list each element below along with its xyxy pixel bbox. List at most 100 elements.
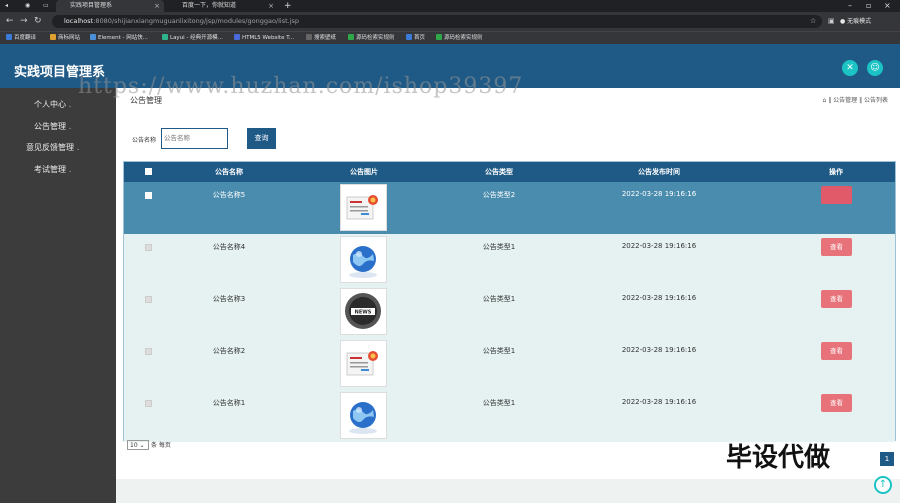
- view-button[interactable]: 查看: [821, 186, 852, 204]
- url-host: localhost: [64, 17, 94, 25]
- view-button[interactable]: 查看: [821, 342, 852, 360]
- bookmark-item[interactable]: 源码检索实规则: [436, 32, 483, 44]
- search-input[interactable]: [161, 128, 228, 149]
- page-size-value: 10: [130, 442, 138, 449]
- sidebar-item-label: 考试管理: [34, 165, 66, 174]
- bookmark-label: Element - 网站快...: [98, 35, 148, 41]
- notice-type: 公告类型1: [482, 399, 516, 407]
- table-row[interactable]: 公告名称2 公告类型1 2022-03-28 19:16:16 查看: [124, 338, 895, 390]
- notice-type: 公告类型1: [482, 243, 516, 251]
- url-path: :8080/shijianxiangmuguanlixitong/jsp/mod…: [93, 17, 300, 25]
- notice-time: 2022-03-28 19:16:16: [621, 398, 697, 406]
- back-icon[interactable]: ←: [6, 14, 14, 28]
- bookmark-icon: [90, 34, 96, 40]
- close-window-icon[interactable]: ×: [884, 0, 891, 12]
- sidebar-item-label: 个人中心: [34, 100, 66, 109]
- tab-overview-icon[interactable]: ▭: [40, 0, 54, 12]
- window-menu-icon[interactable]: ◂: [2, 0, 16, 12]
- page-number-button[interactable]: 1: [880, 452, 894, 466]
- sidebar-item-exam-management[interactable]: 考试管理 ⌄: [34, 164, 72, 175]
- browser-icon[interactable]: ◉: [22, 0, 36, 12]
- extensions-icon[interactable]: ▣: [828, 15, 835, 28]
- bookmarks-bar: 百度翻译 商标网站 Element - 网站快... Layui - 经典开源模…: [0, 31, 900, 44]
- notice-time: 2022-03-28 19:16:16: [621, 242, 697, 250]
- user-icon[interactable]: ☺: [867, 60, 883, 76]
- view-button[interactable]: 查看: [821, 290, 852, 308]
- row-checkbox[interactable]: [145, 192, 152, 199]
- notice-image: NEWS: [340, 288, 387, 335]
- svg-text:NEWS: NEWS: [355, 310, 372, 316]
- close-icon[interactable]: ×: [268, 0, 274, 12]
- bookmark-icon: [162, 34, 168, 40]
- star-icon[interactable]: ☆: [810, 15, 816, 28]
- page-size-control: 10 ⌄ 条 每页: [127, 440, 171, 450]
- notice-name: 公告名称3: [212, 295, 246, 303]
- notice-name: 公告名称1: [212, 399, 246, 407]
- row-checkbox[interactable]: [145, 400, 152, 407]
- notice-time: 2022-03-28 19:16:16: [621, 190, 697, 198]
- sidebar-item-label: 意见反馈管理: [26, 143, 74, 152]
- search-button[interactable]: 查询: [247, 128, 276, 149]
- table-row[interactable]: 公告名称5 公告类型2 2022-03-28 19:16:16 查看: [124, 182, 895, 234]
- select-all-checkbox[interactable]: [145, 168, 152, 175]
- column-header: 公告名称: [215, 168, 243, 176]
- minimize-icon[interactable]: –: [848, 0, 852, 12]
- bookmark-item[interactable]: 搜索壁纸: [306, 32, 336, 44]
- sidebar-item-feedback-management[interactable]: 意见反馈管理 ⌄: [26, 142, 80, 153]
- page-size-select[interactable]: 10 ⌄: [127, 440, 149, 450]
- page-size-suffix: 条 每页: [151, 442, 171, 449]
- tab-baidu-label: 百度一下，你就知道: [182, 2, 237, 9]
- watermark-url: https://www.huzhan.com/ishop39397: [78, 74, 524, 99]
- bookmark-label: 源码检索实规则: [356, 35, 395, 41]
- notice-name: 公告名称5: [212, 191, 246, 199]
- bookmark-icon: [6, 34, 12, 40]
- incognito-icon: ●: [840, 18, 846, 25]
- bookmark-icon: [306, 34, 312, 40]
- incognito-profile[interactable]: ● 无痕模式: [840, 15, 871, 28]
- row-checkbox[interactable]: [145, 348, 152, 355]
- table-row[interactable]: 公告名称4 公告类型1 2022-03-28 19:16:16 查看: [124, 234, 895, 286]
- fullscreen-icon[interactable]: ✕: [842, 60, 858, 76]
- notice-time: 2022-03-28 19:16:16: [621, 294, 697, 302]
- reload-icon[interactable]: ↻: [34, 14, 42, 28]
- notice-image: [340, 236, 387, 283]
- search-label: 公告名称: [132, 137, 157, 144]
- chevron-down-icon: ⌄: [68, 103, 73, 109]
- url-input[interactable]: localhost:8080/shijianxiangmuguanlixiton…: [52, 15, 822, 28]
- tab-active[interactable]: 实践项目管理系 ×: [56, 0, 164, 12]
- view-button[interactable]: 查看: [821, 394, 852, 412]
- breadcrumb[interactable]: ⌂ ‖ 公告管理 ‖ 公告列表: [823, 95, 888, 104]
- notice-type: 公告类型2: [482, 191, 516, 199]
- bookmark-item[interactable]: 首页: [406, 32, 425, 44]
- row-checkbox[interactable]: [145, 244, 152, 251]
- scroll-top-icon[interactable]: ↑: [874, 476, 892, 494]
- chevron-down-icon: ⌄: [68, 168, 73, 174]
- bookmark-item[interactable]: Layui - 经典开源模...: [162, 32, 223, 44]
- watermark-text: 毕设代做: [726, 443, 831, 473]
- column-header: 公告图片: [350, 168, 378, 176]
- column-header: 操作: [829, 168, 843, 176]
- bookmark-item[interactable]: 源码检索实规则: [348, 32, 395, 44]
- sidebar-item-notice-management[interactable]: 公告管理 ⌄: [34, 121, 72, 132]
- new-tab-button[interactable]: +: [280, 0, 292, 12]
- table-row[interactable]: 公告名称1 公告类型1 2022-03-28 19:16:16 查看: [124, 390, 895, 442]
- tab-baidu[interactable]: 百度一下，你就知道 ×: [168, 0, 278, 12]
- main-content: 公告管理 ⌂ ‖ 公告管理 ‖ 公告列表 公告名称 查询 公告名称 公告图片 公…: [116, 88, 900, 503]
- notice-type: 公告类型1: [482, 295, 516, 303]
- forward-icon[interactable]: →: [20, 14, 28, 28]
- sidebar-item-personal-center[interactable]: 个人中心 ⌄: [34, 99, 72, 110]
- bookmark-item[interactable]: 百度翻译: [6, 32, 36, 44]
- maximize-icon[interactable]: ▫: [866, 0, 871, 12]
- bookmark-label: 首页: [414, 35, 426, 41]
- view-button[interactable]: 查看: [821, 238, 852, 256]
- notice-image: [340, 392, 387, 439]
- table-row[interactable]: 公告名称3 NEWS 公告类型1 2022-03-28 19:16:16 查看: [124, 286, 895, 338]
- bookmark-item[interactable]: HTML5 Website T...: [234, 32, 294, 44]
- row-checkbox[interactable]: [145, 296, 152, 303]
- bookmark-item[interactable]: 商标网站: [50, 32, 80, 44]
- close-icon[interactable]: ×: [154, 0, 160, 12]
- sidebar-item-label: 公告管理: [34, 122, 66, 131]
- bookmark-item[interactable]: Element - 网站快...: [90, 32, 148, 44]
- bookmark-icon: [436, 34, 442, 40]
- address-bar-row: ← → ↻ localhost:8080/shijianxiangmuguanl…: [0, 12, 900, 31]
